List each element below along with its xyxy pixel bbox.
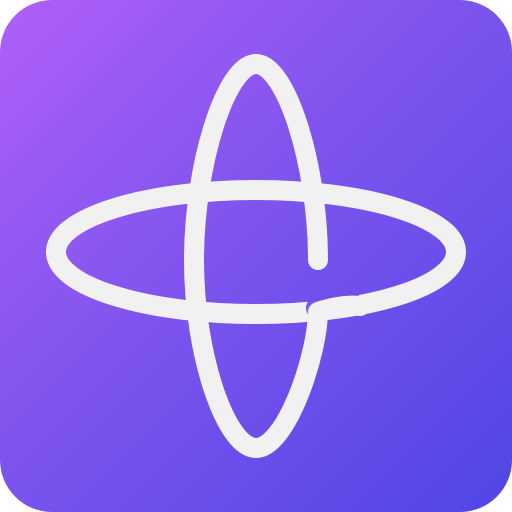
horizontal-ellipse: [46, 180, 466, 324]
app-icon-canvas: [0, 0, 512, 512]
app-icon[interactable]: [0, 0, 512, 512]
vertical-ellipse-back: [246, 54, 328, 270]
orbit-logo-icon: [46, 54, 466, 459]
intersection-redraw: [308, 295, 370, 322]
